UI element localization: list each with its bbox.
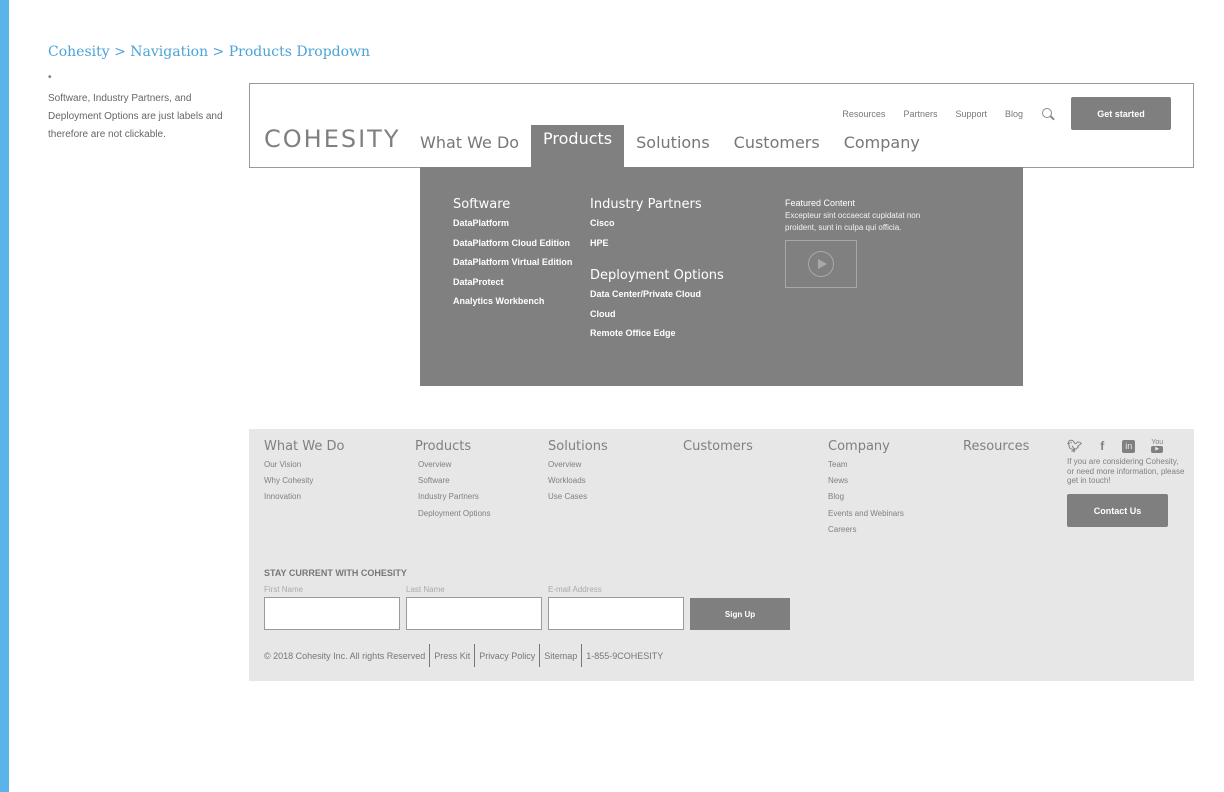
footer-link[interactable]: Workloads: [548, 473, 608, 489]
footer-col-products: Products Overview Software Industry Part…: [415, 439, 490, 522]
annotation-note: Software, Industry Partners, and Deploym…: [48, 93, 223, 140]
footer-link[interactable]: Software: [415, 473, 490, 489]
utility-nav: Resources Partners Support Blog Get star…: [842, 97, 1171, 130]
privacy-policy-link[interactable]: Privacy Policy: [479, 651, 535, 661]
featured-video[interactable]: [785, 240, 857, 288]
youtube-icon[interactable]: You ▶: [1151, 439, 1164, 453]
footer-link[interactable]: Why Cohesity: [264, 473, 344, 489]
consider-text: If you are considering Cohesity, or need…: [1067, 457, 1185, 485]
nav-solutions[interactable]: Solutions: [624, 126, 722, 168]
dropdown-link-dataprotect[interactable]: DataProtect: [453, 273, 572, 293]
search-icon[interactable]: [1041, 107, 1055, 121]
featured-title: Featured Content: [785, 198, 856, 208]
nav-company[interactable]: Company: [832, 126, 932, 168]
nav-customers[interactable]: Customers: [722, 126, 832, 168]
footer-col-customers: Customers: [683, 439, 753, 457]
dropdown-link-analytics-workbench[interactable]: Analytics Workbench: [453, 292, 572, 312]
footer-link[interactable]: Overview: [415, 457, 490, 473]
dropdown-link-data-center[interactable]: Data Center/Private Cloud: [590, 285, 724, 305]
legal-bar: © 2018 Cohesity Inc. All rights Reserved…: [264, 644, 663, 667]
footer-heading[interactable]: Company: [828, 439, 904, 454]
footer-heading[interactable]: Products: [415, 439, 490, 454]
sign-up-button[interactable]: Sign Up: [690, 598, 790, 630]
partners-deployment-column: Industry Partners Cisco HPE Deployment O…: [590, 197, 724, 344]
footer-col-what-we-do: What We Do Our Vision Why Cohesity Innov…: [264, 439, 344, 506]
footer-heading[interactable]: Resources: [963, 439, 1029, 454]
left-accent-bar: [0, 0, 9, 792]
social-icons: 🐦︎ f in You ▶: [1067, 439, 1164, 453]
cohesity-logo[interactable]: COHESITY: [264, 125, 401, 153]
footer-link[interactable]: Deployment Options: [415, 506, 490, 522]
footer-link[interactable]: Innovation: [264, 489, 344, 505]
breadcrumb: Cohesity > Navigation > Products Dropdow…: [48, 44, 371, 60]
twitter-icon[interactable]: 🐦︎: [1067, 439, 1082, 453]
press-kit-link[interactable]: Press Kit: [434, 651, 470, 661]
industry-partners-heading: Industry Partners: [590, 197, 702, 212]
footer-link[interactable]: Events and Webinars: [828, 506, 904, 522]
products-dropdown: Software DataPlatform DataPlatform Cloud…: [420, 167, 1023, 386]
software-heading: Software: [453, 197, 511, 212]
dropdown-link-dataplatform-virtual[interactable]: DataPlatform Virtual Edition: [453, 253, 572, 273]
nav-products[interactable]: Products: [531, 125, 625, 168]
footer-col-resources: Resources: [963, 439, 1029, 457]
footer-col-company: Company Team News Blog Events and Webina…: [828, 439, 904, 538]
email-field[interactable]: [548, 597, 684, 630]
footer-col-solutions: Solutions Overview Workloads Use Cases: [548, 439, 608, 506]
footer-link[interactable]: Overview: [548, 457, 608, 473]
dropdown-link-dataplatform-cloud[interactable]: DataPlatform Cloud Edition: [453, 234, 572, 254]
featured-text: Excepteur sint occaecat cupidatat non pr…: [785, 211, 921, 232]
linkedin-icon[interactable]: in: [1122, 439, 1136, 453]
footer-heading[interactable]: What We Do: [264, 439, 344, 454]
util-support-link[interactable]: Support: [955, 109, 987, 119]
footer-link[interactable]: Industry Partners: [415, 489, 490, 505]
util-blog-link[interactable]: Blog: [1005, 109, 1023, 119]
footer-link[interactable]: News: [828, 473, 904, 489]
site-header: COHESITY What We Do Products Solutions C…: [249, 83, 1194, 168]
util-resources-link[interactable]: Resources: [842, 109, 885, 119]
dropdown-link-remote-office[interactable]: Remote Office Edge: [590, 324, 724, 344]
footer-link[interactable]: Use Cases: [548, 489, 608, 505]
contact-us-button[interactable]: Contact Us: [1067, 494, 1168, 527]
legal-divider: [581, 644, 583, 667]
last-name-field[interactable]: [406, 597, 542, 630]
main-nav: What We Do Products Solutions Customers …: [408, 125, 932, 168]
newsletter-heading: STAY CURRENT WITH COHESITY: [264, 568, 407, 578]
nav-what-we-do[interactable]: What We Do: [408, 126, 531, 168]
phone-number[interactable]: 1-855-9COHESITY: [586, 651, 663, 661]
util-partners-link[interactable]: Partners: [903, 109, 937, 119]
footer-link[interactable]: Team: [828, 457, 904, 473]
first-name-field[interactable]: [264, 597, 400, 630]
facebook-icon[interactable]: f: [1100, 439, 1104, 453]
legal-divider: [429, 644, 431, 667]
legal-divider: [474, 644, 476, 667]
footer-link[interactable]: Our Vision: [264, 457, 344, 473]
footer-link[interactable]: Careers: [828, 522, 904, 538]
featured-content: Featured Content Excepteur sint occaecat…: [785, 198, 935, 288]
last-name-label: Last Name: [406, 585, 445, 594]
dropdown-link-cloud[interactable]: Cloud: [590, 305, 724, 325]
footer-heading[interactable]: Solutions: [548, 439, 608, 454]
email-label: E-mail Address: [548, 585, 602, 594]
footer-link[interactable]: Blog: [828, 489, 904, 505]
note-bullet: •: [48, 72, 52, 83]
sitemap-link[interactable]: Sitemap: [544, 651, 577, 661]
get-started-button[interactable]: Get started: [1071, 97, 1171, 130]
copyright-text: © 2018 Cohesity Inc. All rights Reserved: [264, 650, 426, 661]
footer-heading[interactable]: Customers: [683, 439, 753, 454]
dropdown-link-cisco[interactable]: Cisco: [590, 214, 724, 234]
play-icon[interactable]: [808, 251, 834, 277]
software-column: Software DataPlatform DataPlatform Cloud…: [453, 197, 572, 312]
site-footer: What We Do Our Vision Why Cohesity Innov…: [249, 429, 1194, 681]
dropdown-link-hpe[interactable]: HPE: [590, 234, 724, 254]
legal-divider: [539, 644, 541, 667]
first-name-label: First Name: [264, 585, 304, 594]
deployment-options-heading: Deployment Options: [590, 268, 724, 284]
dropdown-link-dataplatform[interactable]: DataPlatform: [453, 214, 572, 234]
